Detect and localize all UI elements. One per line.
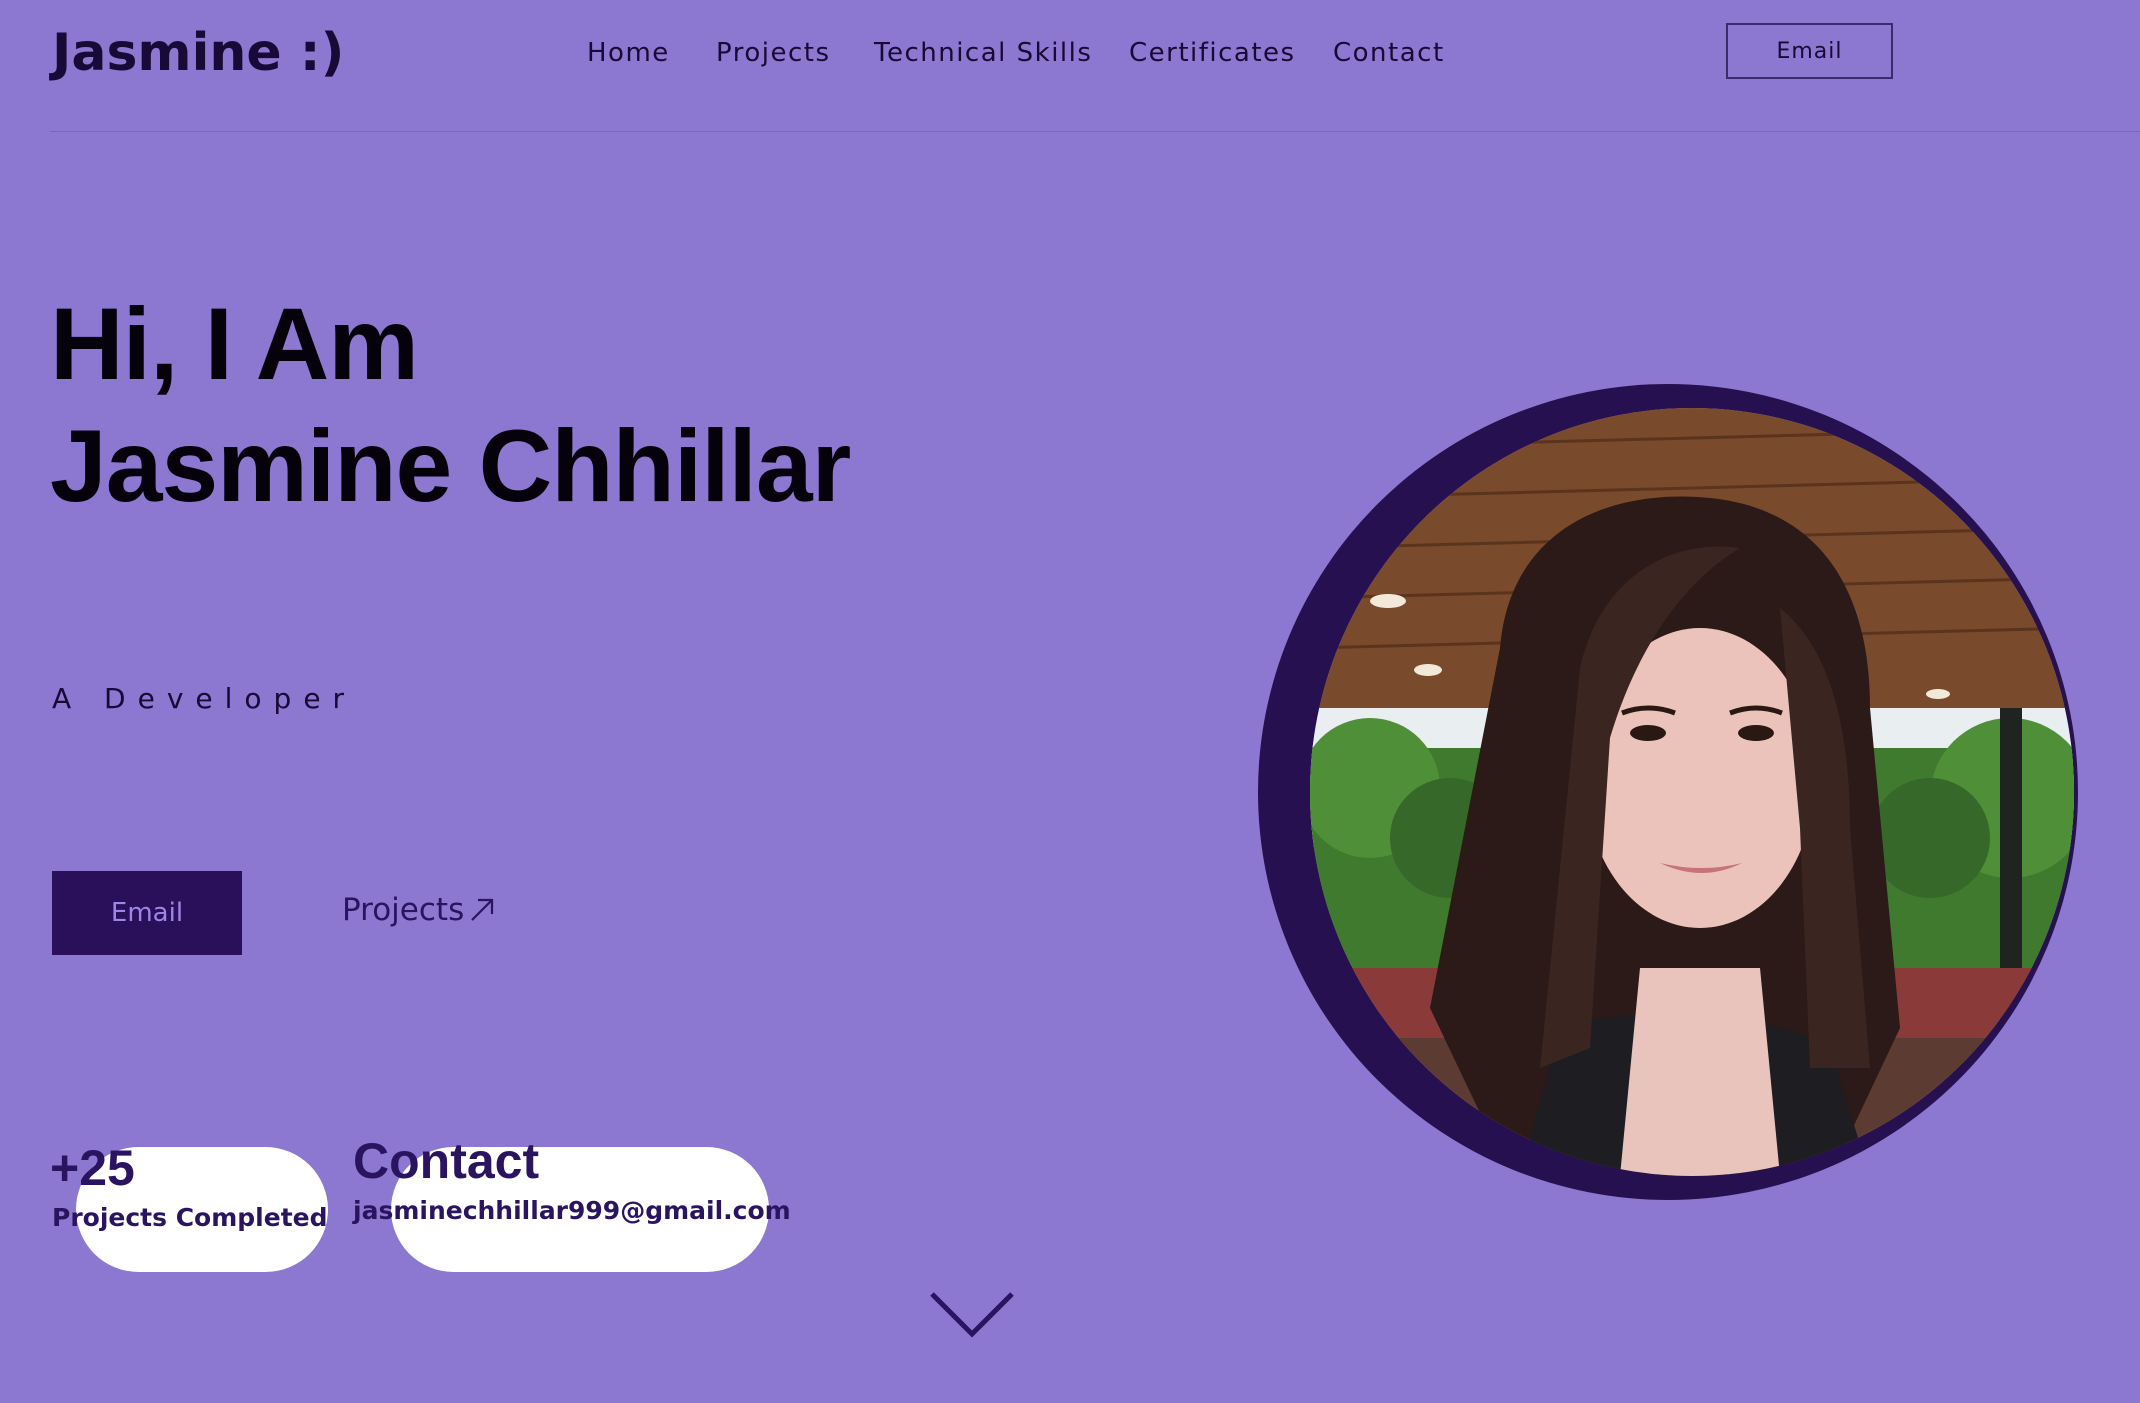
hero-greeting: Hi, I Am (50, 287, 419, 401)
hero-role: A Developer (52, 682, 357, 715)
projects-count: +25 (50, 1140, 135, 1196)
contact-email[interactable]: jasminechhillar999@gmail.com (353, 1196, 791, 1225)
profile-photo (1310, 408, 2074, 1176)
projects-count-label: Projects Completed (52, 1203, 328, 1232)
portfolio-page: Jasmine :) Home Projects Technical Skill… (0, 0, 2140, 1403)
nav-certificates[interactable]: Certificates (1129, 34, 1296, 72)
contact-heading: Contact (353, 1133, 540, 1189)
hero-email-button[interactable]: Email (52, 871, 242, 955)
nav-home[interactable]: Home (587, 34, 670, 72)
header-divider (50, 131, 2140, 132)
brand-logo[interactable]: Jasmine :) (52, 22, 344, 84)
nav-projects[interactable]: Projects (716, 34, 831, 72)
hero-name: Jasmine Chhillar (50, 409, 851, 523)
header-email-button[interactable]: Email (1726, 23, 1893, 79)
projects-link-label: Projects (342, 892, 465, 928)
arrow-up-right-icon (468, 896, 496, 924)
chevron-down-icon[interactable] (928, 1290, 1016, 1340)
nav-contact[interactable]: Contact (1333, 34, 1445, 72)
nav-technical-skills[interactable]: Technical Skills (874, 34, 1092, 72)
hero-projects-link[interactable]: Projects (342, 892, 496, 928)
